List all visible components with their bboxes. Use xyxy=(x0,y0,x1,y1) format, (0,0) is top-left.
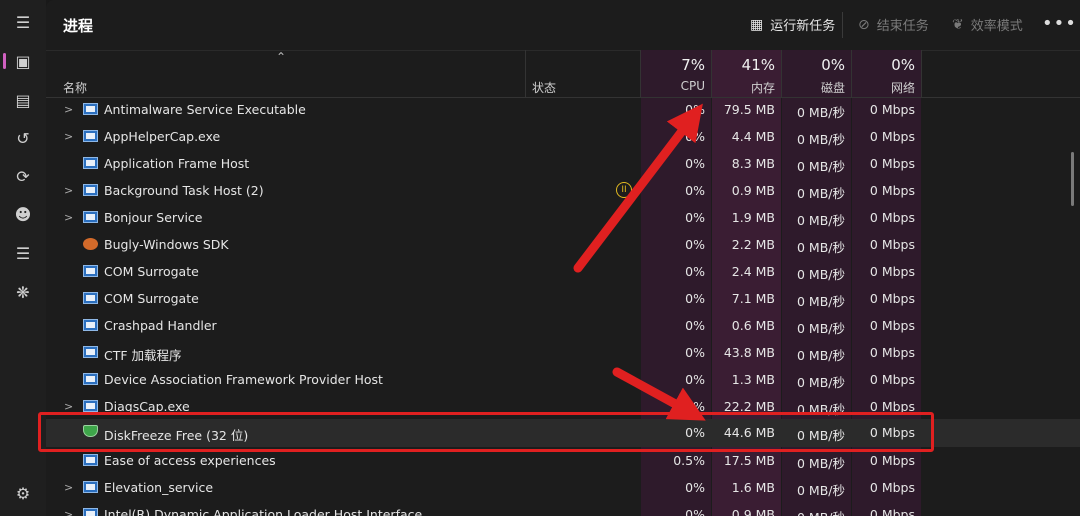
arrow-to-diskfreeze-memory xyxy=(612,367,706,421)
arrow-to-memory-header xyxy=(573,103,703,273)
annotation-arrows xyxy=(573,103,706,421)
